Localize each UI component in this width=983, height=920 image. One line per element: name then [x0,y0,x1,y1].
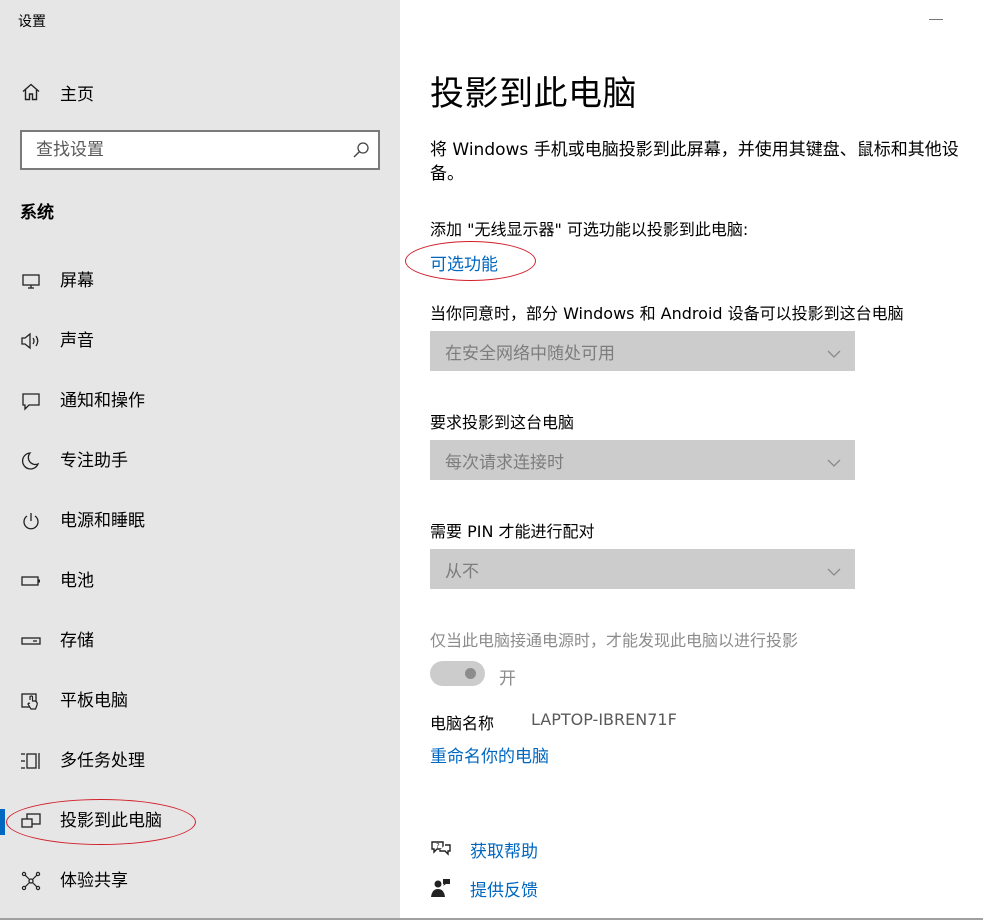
sidebar-item-label: 体验共享 [60,871,128,891]
power-icon [20,510,42,532]
toggle-state-label: 开 [499,669,516,689]
home-nav-item[interactable]: 主页 [20,80,94,105]
sidebar-item-battery[interactable]: 电池 [0,551,400,611]
pc-name-value: LAPTOP-IBREN71F [531,710,677,729]
power-discover-label: 仅当此电脑接通电源时，才能发现此电脑以进行投影 [430,631,799,650]
section-title: 系统 [20,203,54,223]
sidebar-item-label: 专注助手 [60,451,128,471]
feedback-link[interactable]: 提供反馈 [470,876,538,901]
page-description: 将 Windows 手机或电脑投影到此屏幕，并使用其键盘、鼠标和其他设备。 [430,140,959,184]
home-icon [20,81,42,103]
ask-to-project-label: 要求投影到这台电脑 [430,413,575,432]
chevron-down-icon [827,345,841,358]
main-content: 投影到此电脑 将 Windows 手机或电脑投影到此屏幕，并使用其键盘、鼠标和其… [400,0,983,920]
sidebar-item-label: 通知和操作 [60,391,145,411]
project-icon [20,810,42,832]
search-icon[interactable] [352,141,370,159]
sidebar-item-power-sleep[interactable]: 电源和睡眠 [0,491,400,551]
battery-icon [20,570,42,592]
availability-label: 当你同意时，部分 Windows 和 Android 设备可以投影到这台电脑 [430,304,904,323]
multitasking-icon [20,750,42,772]
svg-text:?: ? [436,842,440,850]
rename-pc-link[interactable]: 重命名你的电脑 [430,742,549,767]
power-discover-toggle[interactable] [430,661,485,686]
home-label: 主页 [60,84,94,105]
dropdown-value: 每次请求连接时 [445,452,564,473]
pc-name-label: 电脑名称 [430,714,495,733]
sidebar-item-display[interactable]: 屏幕 [0,251,400,311]
sidebar-item-label: 声音 [60,331,94,351]
help-chat-icon: ? [430,838,452,860]
require-pin-dropdown[interactable]: 从不 [430,549,855,589]
get-help-link[interactable]: 获取帮助 [470,837,538,862]
ask-to-project-dropdown[interactable]: 每次请求连接时 [430,440,855,480]
sidebar-nav: 屏幕 声音 通知和操作 专注助手 电源和睡眠 电池 存储 平板电脑 多任务处理 … [0,251,400,911]
speaker-icon [20,330,42,352]
minimize-button[interactable] [929,19,943,20]
sidebar-item-focus-assist[interactable]: 专注助手 [0,431,400,491]
search-box[interactable] [20,130,380,170]
require-pin-label: 需要 PIN 才能进行配对 [430,522,595,541]
page-title: 投影到此电脑 [430,74,637,114]
sidebar-item-label: 存储 [60,631,94,651]
share-icon [20,870,42,892]
add-feature-text: 添加 "无线显示器" 可选功能以投影到此电脑: [430,220,749,239]
sidebar-item-notifications[interactable]: 通知和操作 [0,371,400,431]
dropdown-value: 从不 [445,561,479,582]
sidebar-item-sound[interactable]: 声音 [0,311,400,371]
sidebar-item-label: 投影到此电脑 [60,811,162,831]
sidebar-item-label: 屏幕 [60,271,94,291]
moon-icon [20,450,42,472]
sidebar-item-label: 多任务处理 [60,751,145,771]
sidebar-item-label: 平板电脑 [60,691,128,711]
chevron-down-icon [827,563,841,576]
notification-icon [20,390,42,412]
window-title: 设置 [18,14,46,30]
sidebar-item-label: 电池 [60,571,94,591]
availability-dropdown[interactable]: 在安全网络中随处可用 [430,331,855,371]
sidebar-item-project-to-pc[interactable]: 投影到此电脑 [0,791,400,851]
feedback-row[interactable]: 提供反馈 [430,875,538,901]
sidebar-item-storage[interactable]: 存储 [0,611,400,671]
feedback-person-icon [430,877,452,899]
sidebar-item-shared-experiences[interactable]: 体验共享 [0,851,400,911]
storage-icon [20,630,42,652]
tablet-icon [20,690,42,712]
optional-features-link[interactable]: 可选功能 [430,250,498,275]
get-help-row[interactable]: ? 获取帮助 [430,836,538,862]
sidebar-item-tablet[interactable]: 平板电脑 [0,671,400,731]
search-input[interactable] [22,132,352,168]
dropdown-value: 在安全网络中随处可用 [445,343,615,364]
sidebar-item-label: 电源和睡眠 [60,511,145,531]
sidebar: 设置 主页 系统 屏幕 声音 通知和操作 [0,0,400,920]
monitor-icon [20,270,42,292]
chevron-down-icon [827,454,841,467]
active-indicator [0,809,5,835]
sidebar-item-multitasking[interactable]: 多任务处理 [0,731,400,791]
toggle-knob [465,668,476,679]
